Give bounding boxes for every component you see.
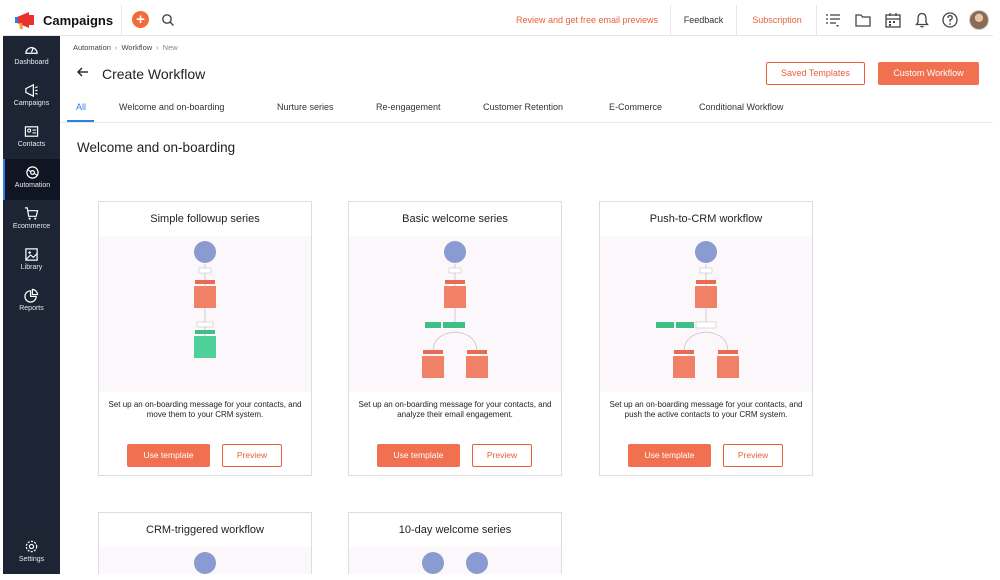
back-arrow-icon[interactable] <box>76 65 90 79</box>
contacts-icon <box>24 126 39 137</box>
sidebar-item-library[interactable]: Library <box>3 241 60 282</box>
workflow-diagram-icon <box>422 552 488 574</box>
sidebar-item-label: Settings <box>18 556 45 563</box>
page-title: Create Workflow <box>102 66 206 82</box>
avatar[interactable] <box>969 10 989 30</box>
workflow-preview <box>99 236 311 392</box>
sidebar-item-label: Library <box>20 264 43 271</box>
campaigns-logo-icon <box>15 12 34 29</box>
sidebar-item-label: Contacts <box>17 141 46 148</box>
section-title: Welcome and on-boarding <box>77 140 236 155</box>
tab-re-engagement[interactable]: Re-engagement <box>376 95 441 123</box>
preview-button[interactable]: Preview <box>222 444 282 467</box>
use-template-button[interactable]: Use template <box>377 444 460 467</box>
folder-icon[interactable] <box>854 11 872 29</box>
tab-customer-retention[interactable]: Customer Retention <box>483 95 563 123</box>
chevron-right-icon: › <box>156 43 159 52</box>
search-icon[interactable] <box>160 12 176 28</box>
sidebar-item-label: Dashboard <box>14 59 49 66</box>
template-card[interactable]: Basic welcome series Set up an on-boardi… <box>348 201 562 476</box>
workflow-preview <box>349 547 561 574</box>
app-window: Campaigns + Review and get free email pr… <box>3 5 993 574</box>
tab-welcome-onboarding[interactable]: Welcome and on-boarding <box>119 95 224 123</box>
sidebar: Dashboard Campaigns Contacts Automation … <box>3 36 60 574</box>
help-icon[interactable] <box>941 11 959 29</box>
review-link[interactable]: Review and get free email previews <box>503 5 671 36</box>
tab-nurture-series[interactable]: Nurture series <box>277 95 334 123</box>
card-title: Basic welcome series <box>402 213 508 225</box>
sidebar-item-label: Automation <box>14 182 51 189</box>
feedback-link[interactable]: Feedback <box>671 5 736 36</box>
brand[interactable]: Campaigns <box>15 10 113 30</box>
divider <box>816 5 817 36</box>
list-filter-icon[interactable] <box>824 11 842 29</box>
megaphone-icon <box>25 83 38 98</box>
chevron-right-icon: › <box>114 43 118 52</box>
template-card[interactable]: Simple followup series Set up an on-boar… <box>98 201 312 476</box>
breadcrumb-current: New <box>162 43 178 52</box>
sidebar-item-automation[interactable]: Automation <box>3 159 60 200</box>
gear-icon <box>25 540 38 553</box>
breadcrumb-workflow[interactable]: Workflow <box>121 43 152 52</box>
workflow-preview <box>349 236 561 392</box>
workflow-preview <box>99 547 311 574</box>
active-tab-indicator <box>67 120 94 122</box>
template-card[interactable]: 10-day welcome series <box>348 512 562 574</box>
workflow-diagram-icon <box>194 552 216 574</box>
calendar-icon[interactable] <box>884 11 902 29</box>
workflow-diagram-icon <box>656 241 739 378</box>
plus-icon[interactable]: + <box>132 11 149 28</box>
card-title: CRM-triggered workflow <box>146 524 264 536</box>
breadcrumb: Automation › Workflow › New <box>73 43 178 52</box>
template-card[interactable]: CRM-triggered workflow <box>98 512 312 574</box>
sidebar-item-ecommerce[interactable]: Ecommerce <box>3 200 60 241</box>
app-name: Campaigns <box>43 12 114 28</box>
reports-icon <box>24 288 39 303</box>
sidebar-item-label: Ecommerce <box>12 223 51 230</box>
template-card[interactable]: Push-to-CRM workflow Set up an on-boardi… <box>599 201 813 476</box>
subscription-link[interactable]: Subscription <box>737 5 817 36</box>
use-template-button[interactable]: Use template <box>628 444 711 467</box>
tab-conditional-workflow[interactable]: Conditional Workflow <box>699 95 783 123</box>
preview-button[interactable]: Preview <box>723 444 783 467</box>
workflow-diagram-icon <box>194 241 216 358</box>
top-bar: Campaigns + Review and get free email pr… <box>3 5 993 36</box>
cart-icon <box>24 207 39 220</box>
card-description: Set up an on-boarding message for your c… <box>108 400 302 419</box>
saved-templates-button[interactable]: Saved Templates <box>766 62 865 85</box>
custom-workflow-button[interactable]: Custom Workflow <box>878 62 979 85</box>
automation-icon <box>26 166 39 179</box>
main-content: Automation › Workflow › New Create Workflow … <box>60 36 993 574</box>
dashboard-icon <box>25 47 38 54</box>
divider <box>121 5 122 36</box>
tab-bar: All Welcome and on-boarding Nurture seri… <box>60 95 993 123</box>
tab-e-commerce[interactable]: E-Commerce <box>609 95 662 123</box>
sidebar-item-dashboard[interactable]: Dashboard <box>3 36 60 77</box>
sidebar-item-settings[interactable]: Settings <box>3 533 60 574</box>
bell-icon[interactable] <box>913 11 931 29</box>
sidebar-item-label: Reports <box>19 305 44 312</box>
preview-button[interactable]: Preview <box>472 444 532 467</box>
card-description: Set up an on-boarding message for your c… <box>609 400 803 419</box>
sidebar-item-campaigns[interactable]: Campaigns <box>3 77 60 118</box>
card-title: Simple followup series <box>150 213 260 225</box>
card-title: Push-to-CRM workflow <box>649 213 763 225</box>
card-title: 10-day welcome series <box>398 524 512 536</box>
workflow-diagram-icon <box>422 241 488 378</box>
breadcrumb-automation[interactable]: Automation <box>73 43 111 52</box>
sidebar-item-reports[interactable]: Reports <box>3 282 60 323</box>
tab-all[interactable]: All <box>76 95 86 123</box>
use-template-button[interactable]: Use template <box>127 444 210 467</box>
library-icon <box>25 248 38 261</box>
card-description: Set up an on-boarding message for your c… <box>358 400 552 419</box>
sidebar-item-contacts[interactable]: Contacts <box>3 118 60 159</box>
workflow-preview <box>600 236 812 392</box>
sidebar-item-label: Campaigns <box>13 100 50 107</box>
